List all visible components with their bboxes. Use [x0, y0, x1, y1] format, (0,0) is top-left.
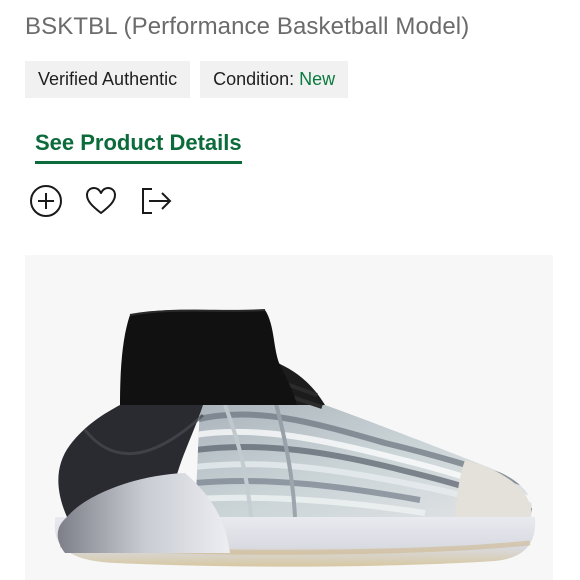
verified-authentic-badge: Verified Authentic — [25, 61, 191, 98]
see-product-details-link[interactable]: See Product Details — [35, 130, 242, 164]
condition-badge: Condition: New — [200, 61, 349, 98]
badge-row: Verified Authentic Condition: New — [25, 61, 349, 98]
product-page: BSKTBL (Performance Basketball Model) Ve… — [0, 0, 580, 580]
favorite-button[interactable] — [83, 183, 119, 219]
sneaker-image — [54, 309, 536, 567]
add-to-portfolio-button[interactable] — [28, 183, 64, 219]
plus-circle-icon — [30, 185, 62, 217]
heart-icon — [86, 187, 116, 214]
condition-label: Condition: — [213, 69, 295, 89]
share-button[interactable] — [138, 183, 174, 219]
product-subtitle: BSKTBL (Performance Basketball Model) — [25, 13, 470, 40]
share-icon — [142, 188, 172, 214]
action-icons-row — [28, 183, 174, 219]
condition-value: New — [299, 69, 336, 89]
product-image-container — [25, 255, 553, 580]
verified-authentic-label: Verified Authentic — [38, 69, 178, 89]
